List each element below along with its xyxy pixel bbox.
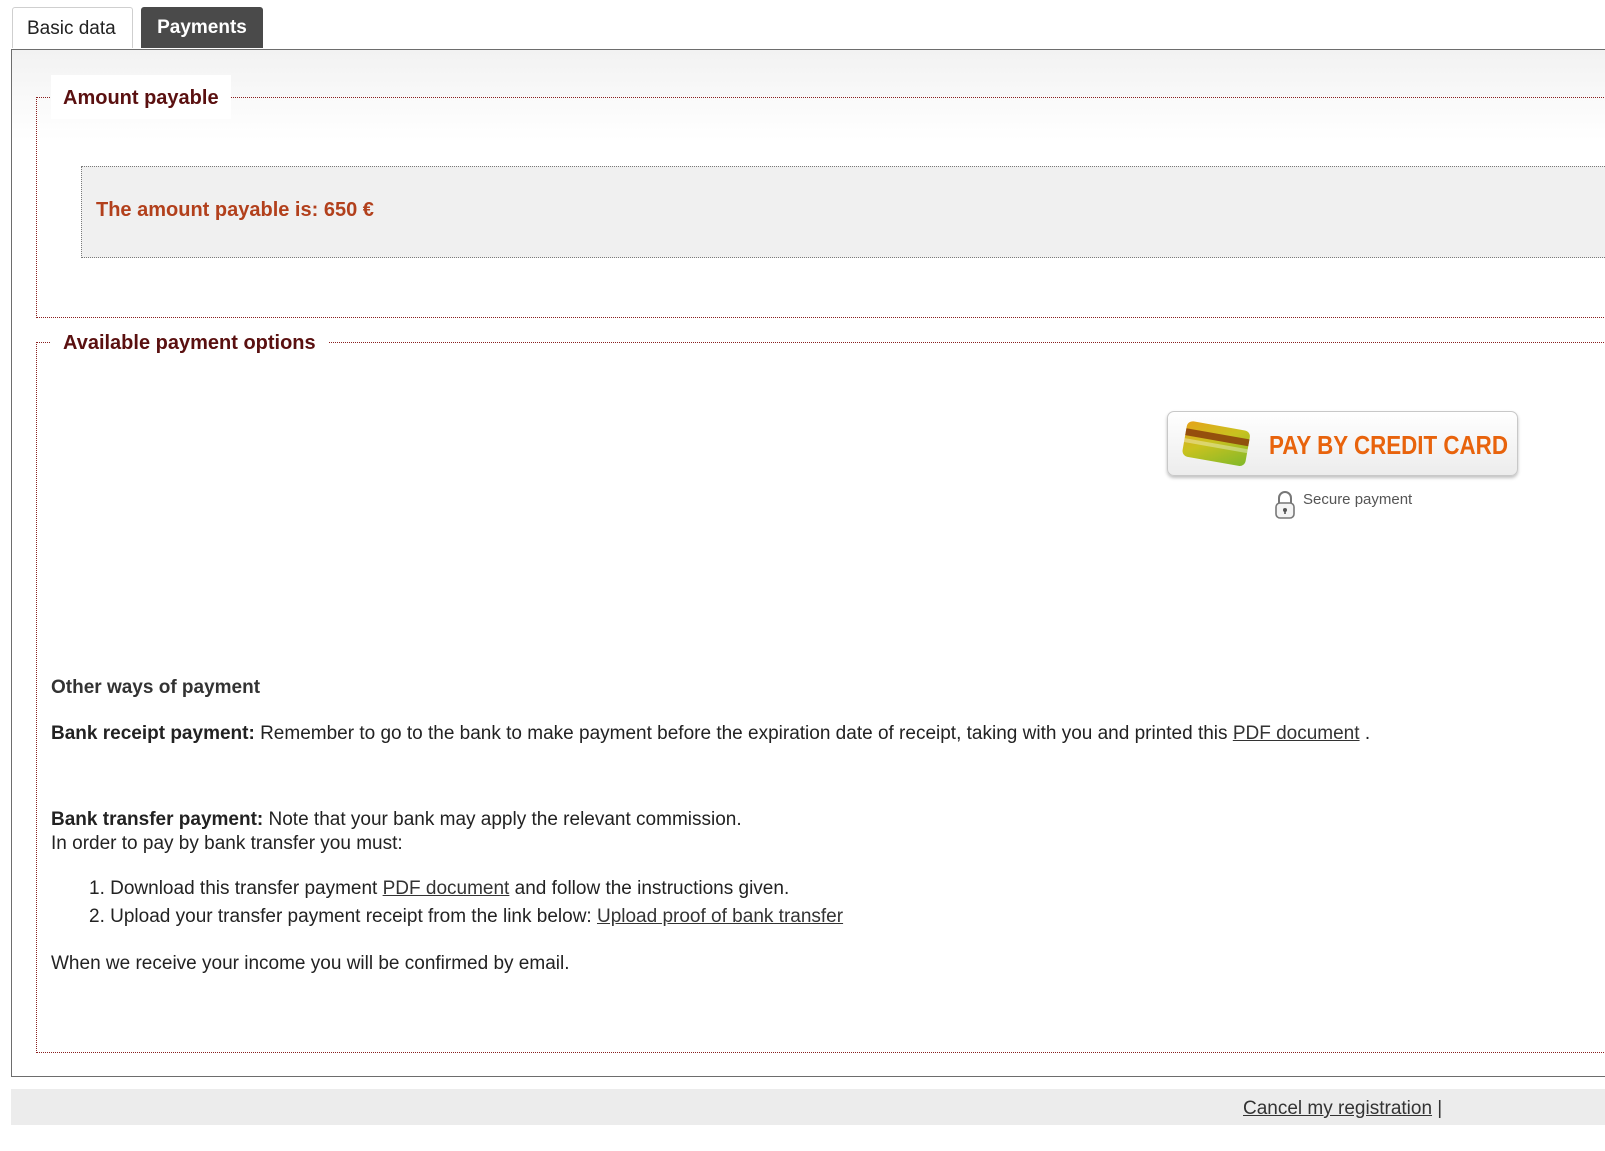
bank-receipt-tail: . — [1359, 723, 1371, 744]
list-item: 2. Upload your transfer payment receipt … — [89, 905, 843, 929]
bank-transfer-instructions: In order to pay by bank transfer you mus… — [51, 833, 403, 854]
list-text: Upload your transfer payment receipt fro… — [104, 906, 597, 927]
confirmation-text: When we receive your income you will be … — [51, 953, 570, 974]
lock-icon — [1273, 490, 1297, 525]
bank-receipt-label: Bank receipt payment: — [51, 723, 255, 744]
payment-options-legend: Available payment options — [51, 329, 328, 357]
bank-transfer-text: Note that your bank may apply the releva… — [263, 809, 742, 830]
list-number: 1. — [89, 878, 105, 899]
tab-basic-data[interactable]: Basic data — [12, 7, 133, 48]
other-ways-title: Other ways of payment — [51, 677, 261, 698]
list-tail: and follow the instructions given. — [509, 878, 790, 899]
pay-by-credit-card-button[interactable]: PAY BY CREDIT CARD — [1167, 411, 1518, 476]
credit-card-icon — [1178, 420, 1258, 475]
credit-card-button-label: PAY BY CREDIT CARD — [1269, 430, 1508, 460]
upload-proof-link[interactable]: Upload proof of bank transfer — [597, 906, 843, 927]
footer-separator: | — [1432, 1098, 1443, 1119]
bank-receipt-paragraph: Bank receipt payment: Remember to go to … — [51, 722, 1370, 746]
secure-payment-label: Secure payment — [1303, 491, 1413, 508]
tab-payments[interactable]: Payments — [141, 7, 263, 48]
list-item: 1. Download this transfer payment PDF do… — [89, 877, 789, 901]
bank-transfer-label: Bank transfer payment: — [51, 809, 264, 830]
amount-payable-legend: Amount payable — [51, 75, 231, 119]
bank-receipt-pdf-link[interactable]: PDF document — [1233, 723, 1360, 744]
footer-links: Cancel my registration | — [1243, 1098, 1442, 1120]
bank-transfer-paragraph: Bank transfer payment: Note that your ba… — [51, 808, 742, 832]
amount-payable-text: The amount payable is: 650 € — [96, 199, 374, 221]
list-text: Download this transfer payment — [104, 878, 383, 899]
cancel-registration-link[interactable]: Cancel my registration — [1243, 1098, 1432, 1119]
transfer-pdf-link[interactable]: PDF document — [383, 878, 510, 899]
bank-receipt-text: Remember to go to the bank to make payme… — [254, 723, 1233, 744]
list-number: 2. — [89, 906, 105, 927]
